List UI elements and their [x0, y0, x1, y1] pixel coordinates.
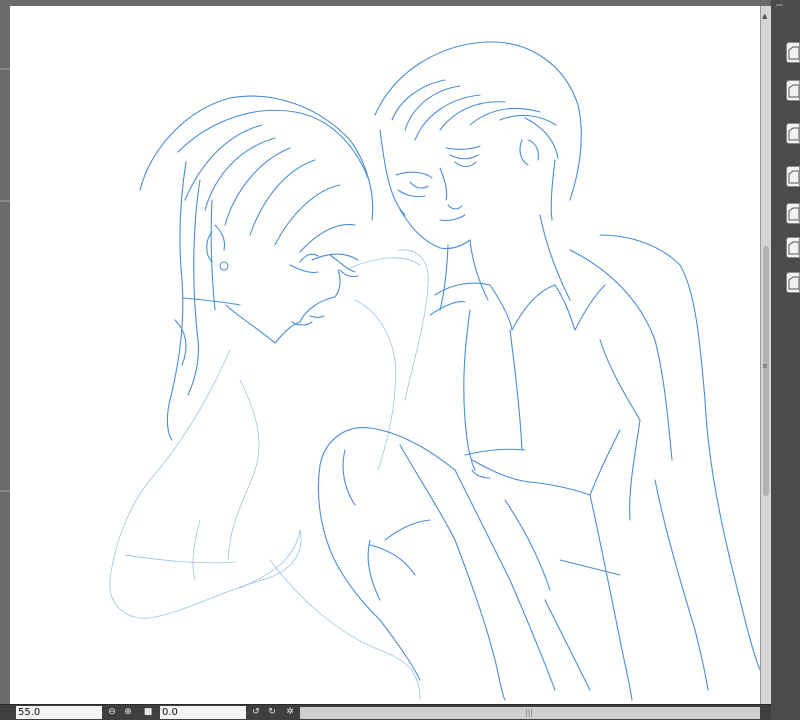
rotate-right-icon[interactable]: ↻ [266, 707, 278, 718]
layer-thumbnail-icon[interactable] [786, 272, 800, 293]
sketch-light-strokes [109, 249, 429, 701]
layer-panel-strip [771, 0, 800, 720]
fit-screen-icon[interactable]: ■ [142, 707, 154, 718]
scroll-grip-icon: ≡ [762, 362, 768, 370]
zoom-in-icon[interactable]: ⊕ [122, 707, 134, 718]
zoom-level-field[interactable]: 55.0 [16, 706, 102, 719]
drawing-canvas[interactable] [10, 6, 760, 704]
panel-grip [776, 4, 783, 6]
status-bar: 55.0 ⊖ ⊕ ■ 0.0 ↺ ↻ ✲ ||| [0, 704, 771, 720]
rotation-angle-field[interactable]: 0.0 [160, 706, 246, 719]
sketch-drawing [109, 41, 760, 701]
layer-thumbnail-icon[interactable] [786, 166, 800, 187]
reset-rotation-icon[interactable]: ✲ [284, 707, 296, 718]
rotate-left-icon[interactable]: ↺ [250, 707, 262, 718]
layer-thumbnail-icon[interactable] [786, 123, 800, 144]
left-frame-mark [0, 200, 10, 202]
scroll-up-icon[interactable]: ▲ [762, 12, 767, 20]
layer-thumbnail-icon[interactable] [786, 42, 800, 63]
vertical-scrollbar[interactable]: ▲ ≡ [760, 6, 771, 704]
horizontal-scrollbar[interactable]: ||| [300, 707, 760, 719]
layer-thumbnail-icon[interactable] [786, 237, 800, 258]
zoom-out-icon[interactable]: ⊖ [106, 707, 118, 718]
sketch-main-strokes [139, 41, 760, 701]
left-frame-mark [0, 68, 10, 70]
layer-thumbnail-icon[interactable] [786, 80, 800, 101]
vertical-scroll-thumb[interactable] [763, 246, 769, 496]
layer-thumbnail-icon[interactable] [786, 203, 800, 224]
scroll-grip-icon: ||| [525, 708, 534, 717]
left-frame [0, 0, 10, 704]
left-frame-mark [0, 490, 10, 492]
